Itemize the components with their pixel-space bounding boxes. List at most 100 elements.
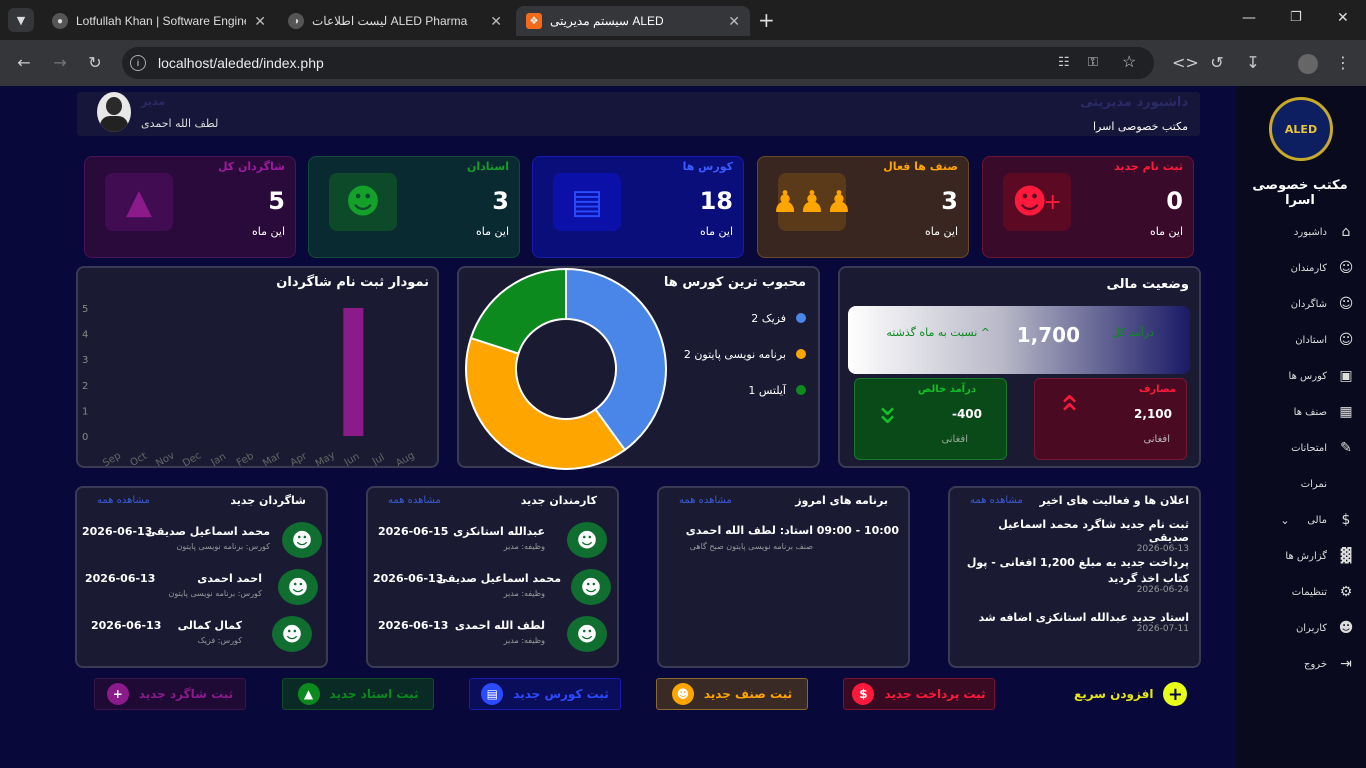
add-course-button[interactable]: ▤ ثبت کورس جدید [469, 678, 621, 710]
table-row[interactable]: ☻ محمد اسماعیل صدیقی وظیفه: مدیر 2026-06… [368, 567, 617, 607]
download-icon[interactable]: ↧ [1243, 53, 1263, 72]
users-icon: ♟♟♟ [772, 173, 852, 231]
profile-avatar[interactable] [1298, 54, 1318, 74]
stat-card-teachers[interactable]: استادان 3 این ماه ☻ [308, 156, 520, 258]
close-window-button[interactable]: ✕ [1337, 10, 1349, 26]
avatar[interactable] [97, 92, 131, 132]
sidebar-item-employees[interactable]: کارمندان ☺ [1240, 256, 1355, 280]
button-label: ثبت پرداخت جدید [884, 687, 986, 701]
page-title: داشبورد مدیریتی [1080, 95, 1188, 110]
key-icon[interactable]: ⚿ [1088, 54, 1098, 70]
table-row[interactable]: ☻ محمد اسماعیل صدیقی کورس: برنامه نویسی … [77, 520, 326, 560]
bar-Jun[interactable] [343, 308, 364, 436]
employee-name: لطف الله احمدی [454, 619, 545, 632]
table-row[interactable]: ☻ عبدالله استانکزی وظیفه: مدیر 2026-06-1… [368, 520, 617, 560]
x-tick-label: Apr [289, 450, 310, 466]
url-input[interactable]: i localhost/aleded/index.php ☷ ⚿ ☆ [122, 47, 1154, 79]
browser-tab-2[interactable]: ◑ لیست اطلاعات ALED Pharma ✕ [278, 6, 512, 36]
browser-tab-3[interactable]: ❖ سیستم مدیریتی ALED ✕ [516, 6, 750, 36]
list-item[interactable]: ثبت نام جدید شاگرد محمد اسماعیل صدیقی 20… [959, 518, 1189, 554]
sidebar-item-finance[interactable]: ⌄ مالی $ [1240, 508, 1355, 532]
forward-icon[interactable]: → [50, 53, 70, 72]
list-item[interactable]: استاد جدید عبدالله استانکزی اضافه شد 202… [959, 611, 1189, 634]
total-income-label: درآمد کل [1112, 326, 1154, 339]
list-item[interactable]: 09:00 - 10:00 استاد: لطف الله احمدی صنف … [669, 522, 899, 558]
stat-sub: این ماه [1150, 225, 1183, 238]
student-date: 2026-06-13 [82, 525, 153, 538]
sidebar-item-reports[interactable]: گزارش ها ▓ [1240, 544, 1355, 568]
announcement-date: 2026-06-24 [1136, 585, 1189, 595]
table-row[interactable]: ☻ کمال کمالی کورس: فزیک 2026-06-13 [77, 614, 326, 654]
close-icon[interactable]: ✕ [728, 13, 740, 30]
new-tab-button[interactable]: + [758, 8, 775, 32]
expenses-value: 2,100 [1134, 407, 1172, 421]
announcements-title: اعلان ها و فعالیت های اخیر [1039, 494, 1189, 507]
sidebar-item-teachers[interactable]: استادان ☺ [1240, 328, 1355, 352]
table-row[interactable]: ☻ لطف الله احمدی وظیفه: مدیر 2026-06-13 [368, 614, 617, 654]
add-student-button[interactable]: + ثبت شاگرد جدید [94, 678, 246, 710]
legend-dot [796, 349, 806, 359]
y-tick-label: 1 [82, 406, 88, 417]
legend-dot [796, 385, 806, 395]
today-programs-panel: برنامه های امروز مشاهده همه 09:00 - 10:0… [657, 486, 910, 668]
close-icon[interactable]: ✕ [254, 13, 266, 30]
program-time: 09:00 - 10:00 [816, 524, 899, 537]
sidebar-item-classes[interactable]: صنف ها ▦ [1240, 400, 1355, 424]
employee-role: وظیفه: مدیر [503, 636, 545, 645]
sidebar-item-dashboard[interactable]: داشبورد ⌂ [1240, 220, 1355, 244]
site-info-icon[interactable]: i [130, 55, 146, 71]
table-row[interactable]: ☻ احمد احمدی کورس: برنامه نویسی پایتون 2… [77, 567, 326, 607]
today-view-all-link[interactable]: مشاهده همه [679, 495, 732, 506]
stat-card-total-students[interactable]: شاگردان کل 5 این ماه ▲ [84, 156, 296, 258]
x-tick-label: Aug [394, 450, 416, 466]
sidebar-item-grades[interactable]: نمرات [1240, 472, 1355, 496]
browser-tab-1[interactable]: ● Lotfullah Khan | Software Engine ✕ [42, 6, 276, 36]
reload-icon[interactable]: ↻ [85, 53, 105, 72]
sidebar-item-exams[interactable]: امتحانات ✎ [1240, 436, 1355, 460]
stat-card-new-registrations[interactable]: ثبت نام جدید 0 این ماه ☻ + [982, 156, 1194, 258]
book-open-icon: ▤ [553, 173, 621, 231]
add-payment-button[interactable]: $ ثبت پرداخت جدید [843, 678, 995, 710]
announcements-view-all-link[interactable]: مشاهده همه [970, 495, 1023, 506]
minimize-button[interactable]: — [1242, 10, 1256, 26]
tab-search-button[interactable]: ▼ [8, 8, 34, 32]
list-item[interactable]: پرداخت جدید به مبلغ 1,200 افغانی - پول ک… [959, 556, 1189, 595]
legend-label: فزیک 2 [751, 311, 786, 325]
sidebar-item-users[interactable]: کاربران ☻ [1240, 616, 1355, 640]
menu-icon[interactable]: ⋮ [1333, 53, 1353, 72]
legend-item[interactable]: فزیک 2 [656, 300, 806, 336]
user-icon: ☺ [1338, 296, 1354, 312]
net-income-box: درآمد خالص -400 افغانی ⌄ ⌄ [854, 378, 1007, 460]
browser-tab-bar: ▼ ● Lotfullah Khan | Software Engine ✕ ◑… [0, 0, 1366, 40]
sidebar-item-students[interactable]: شاگردان ☺ [1240, 292, 1355, 316]
sidebar-item-label: مالی [1307, 514, 1327, 526]
back-icon[interactable]: ← [14, 53, 34, 72]
stat-title: شاگردان کل [217, 160, 285, 173]
net-income-value: -400 [951, 407, 982, 421]
star-icon[interactable]: ☆ [1122, 52, 1136, 72]
user-role: مدیر [141, 95, 166, 108]
add-teacher-button[interactable]: ▲ ثبت استاد جدید [282, 678, 434, 710]
sidebar-item-courses[interactable]: کورس ها ▣ [1240, 364, 1355, 388]
history-icon[interactable]: ↺ [1207, 53, 1227, 72]
edit-icon: ✎ [1340, 440, 1352, 456]
stat-card-active-classes[interactable]: صنف ها فعال 3 این ماه ♟♟♟ [757, 156, 969, 258]
home-icon: ⌂ [1341, 224, 1351, 240]
stat-card-courses[interactable]: کورس ها 18 این ماه ▤ [532, 156, 744, 258]
legend-item[interactable]: برنامه نویسی پایتون 2 [656, 336, 806, 372]
employee-date: 2026-06-13 [373, 572, 444, 585]
close-icon[interactable]: ✕ [490, 13, 502, 30]
classroom-icon: ▦ [1339, 404, 1353, 420]
sidebar-item-settings[interactable]: تنظیمات ⚙ [1240, 580, 1355, 604]
add-class-button[interactable]: ☻ ثبت صنف جدید [656, 678, 808, 710]
restore-button[interactable]: ❐ [1290, 10, 1302, 25]
sidebar-item-label: خروج [1304, 658, 1327, 670]
students-view-all-link[interactable]: مشاهده همه [97, 495, 150, 506]
button-label: ثبت صنف جدید [703, 687, 793, 701]
legend-item[interactable]: آیلتس 1 [656, 372, 806, 408]
code-icon[interactable]: <> [1172, 53, 1199, 72]
sidebar-item-logout[interactable]: خروج ⇥ [1240, 652, 1355, 676]
translate-icon[interactable]: ☷ [1058, 54, 1070, 70]
donut-slice-2[interactable] [469, 267, 567, 355]
employees-view-all-link[interactable]: مشاهده همه [388, 495, 441, 506]
